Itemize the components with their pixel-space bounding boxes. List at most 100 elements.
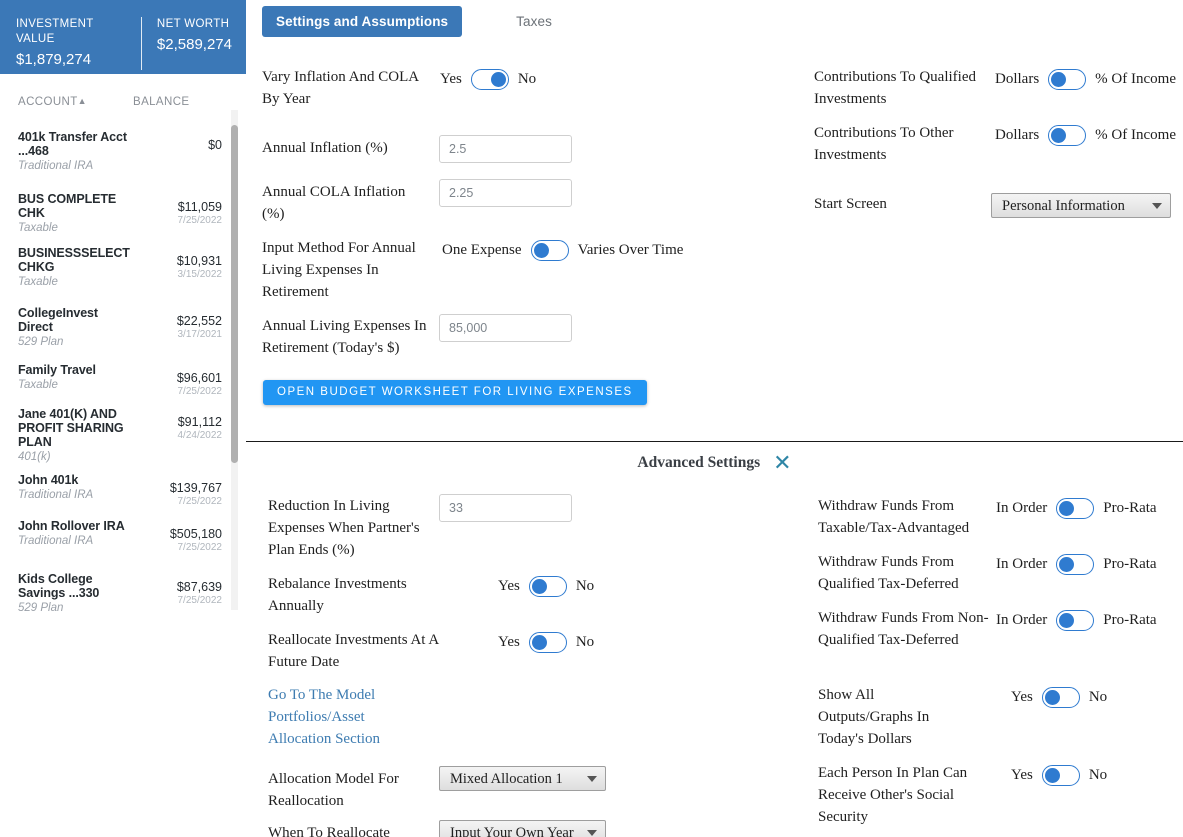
account-row-balance: $0 (208, 138, 222, 152)
annual-cola-input[interactable]: 2.25 (439, 179, 572, 207)
annual-inflation-input[interactable]: 2.5 (439, 135, 572, 163)
account-row-info: Jane 401(K) AND PROFIT SHARING PLAN 401(k… (18, 407, 136, 465)
toggle-other-social-security-left-label: Yes (1011, 767, 1033, 783)
toggle-reallocate-future-date-switch[interactable] (528, 632, 567, 653)
toggle-contrib-qualified-switch[interactable] (1048, 69, 1087, 90)
model-portfolios-link[interactable]: Go To The Model Portfolios/Asset Allocat… (268, 684, 398, 750)
field-contrib-qualified-label: Contributions To Qualified Investments (814, 69, 976, 107)
account-row[interactable]: BUSINESSSELECT CHKG Taxable $10,931 3/15/20… (0, 246, 246, 298)
toggle-todays-dollars[interactable]: Yes No (1011, 687, 1107, 708)
start-screen-dropdown[interactable]: Personal Information (991, 193, 1171, 218)
column-header-balance[interactable]: BALANCE (133, 96, 190, 108)
account-row[interactable]: John 401k Traditional IRA $139,767 7/25/202… (0, 473, 246, 525)
account-type: Traditional IRA (18, 489, 94, 501)
toggle-todays-dollars-switch[interactable] (1041, 687, 1080, 708)
account-table-headers: ACCOUNT▲ BALANCE (0, 74, 246, 114)
toggle-vary-inflation[interactable]: Yes No (440, 69, 536, 90)
toggle-knob (531, 578, 547, 594)
toggle-withdraw-nonqualified[interactable]: In Order Pro-Rata (996, 610, 1157, 631)
toggle-withdraw-taxable-right-label: Pro-Rata (1103, 500, 1157, 516)
account-balance: $87,639 (176, 580, 222, 594)
allocation-model-dropdown[interactable]: Mixed Allocation 1 (439, 766, 606, 791)
account-row[interactable]: 401k Transfer Acct ...468 Traditional IRA… (0, 130, 246, 182)
reduction-living-expenses-input[interactable]: 33 (439, 494, 572, 522)
main-panel: Settings and Assumptions Taxes Vary Infl… (246, 0, 1183, 837)
toggle-contrib-other-switch[interactable] (1048, 125, 1087, 146)
annual-living-expenses-input[interactable]: 85,000 (439, 314, 572, 342)
toggle-rebalance-annually[interactable]: Yes No (498, 576, 594, 597)
tab-settings-and-assumptions[interactable]: Settings and Assumptions (262, 6, 463, 37)
toggle-knob (1044, 689, 1060, 705)
account-row-info: BUS COMPLETE CHK Taxable (18, 192, 136, 236)
field-withdraw-taxable-label: Withdraw Funds From Taxable/Tax-Advantag… (818, 498, 970, 536)
account-row-balance: $91,112 4/24/2022 (178, 415, 223, 442)
account-name: John 401k (18, 473, 79, 487)
toggle-rebalance-annually-switch[interactable] (528, 576, 567, 597)
toggle-knob (490, 71, 506, 87)
kpi-investment-value: INVESTMENT VALUE $1,879,274 (0, 17, 142, 70)
account-date: 7/25/2022 (177, 215, 223, 226)
toggle-other-social-security[interactable]: Yes No (1011, 765, 1107, 786)
toggle-withdraw-qualified-switch[interactable] (1056, 554, 1095, 575)
account-date: 3/15/2022 (177, 269, 223, 280)
toggle-knob (531, 634, 547, 650)
account-row-info: Family Travel Taxable (18, 363, 136, 393)
toggle-other-social-security-right-label: No (1088, 767, 1108, 783)
account-row[interactable]: BUS COMPLETE CHK Taxable $11,059 7/25/2022 (0, 192, 246, 244)
toggle-input-method-switch[interactable] (530, 240, 569, 261)
toggle-contrib-qualified-left-label: Dollars (995, 71, 1040, 87)
toggle-input-method[interactable]: One Expense Varies Over Time (442, 240, 683, 261)
open-budget-worksheet-button[interactable]: OPEN BUDGET WORKSHEET FOR LIVING EXPENSE… (263, 380, 647, 405)
account-balance: $96,601 (176, 371, 222, 385)
account-row[interactable]: Kids College Savings ...330 529 Plan $87,6… (0, 572, 246, 624)
start-screen-dropdown-value: Personal Information (1002, 198, 1125, 214)
sort-ascending-icon: ▲ (77, 96, 87, 106)
account-balance: $10,931 (176, 254, 222, 268)
toggle-knob (1059, 500, 1075, 516)
toggle-withdraw-taxable-switch[interactable] (1056, 498, 1095, 519)
account-name: Kids College Savings ...330 (18, 572, 100, 600)
kpi-net-worth: NET WORTH $2,589,274 (142, 17, 246, 55)
toggle-contrib-other[interactable]: Dollars % Of Income (995, 125, 1176, 146)
close-icon[interactable]: ✕ (773, 452, 791, 474)
account-row[interactable]: CollegeInvest Direct 529 Plan $22,552 3/17/… (0, 306, 246, 358)
account-balance: $91,112 (177, 415, 222, 429)
when-to-reallocate-dropdown[interactable]: Input Your Own Year (439, 820, 606, 837)
toggle-todays-dollars-left-label: Yes (1011, 689, 1033, 705)
app-root: INVESTMENT VALUE $1,879,274 NET WORTH $2… (0, 0, 1183, 837)
account-row[interactable]: John Rollover IRA Traditional IRA $505,180… (0, 519, 246, 571)
toggle-rebalance-annually-left-label: Yes (498, 578, 520, 594)
toggle-reallocate-future-date-right-label: No (575, 634, 595, 650)
toggle-withdraw-qualified[interactable]: In Order Pro-Rata (996, 554, 1157, 575)
account-name: 401k Transfer Acct ...468 (18, 130, 127, 158)
account-date: 3/17/2021 (177, 329, 223, 340)
account-row[interactable]: Jane 401(K) AND PROFIT SHARING PLAN 401(k… (0, 407, 246, 465)
account-type: Taxable (18, 222, 58, 234)
field-start-screen-label: Start Screen (814, 196, 887, 212)
toggle-vary-inflation-right-label: No (517, 71, 537, 87)
toggle-other-social-security-switch[interactable] (1041, 765, 1080, 786)
field-rebalance-annually-label: Rebalance Investments Annually (268, 576, 407, 614)
field-other-social-security-label: Each Person In Plan Can Receive Other's … (818, 765, 968, 825)
toggle-reallocate-future-date[interactable]: Yes No (498, 632, 594, 653)
toggle-contrib-qualified[interactable]: Dollars % Of Income (995, 69, 1176, 90)
account-name: CollegeInvest Direct (18, 306, 98, 334)
tab-bar: Settings and Assumptions Taxes (262, 6, 566, 37)
toggle-withdraw-qualified-right-label: Pro-Rata (1103, 556, 1157, 572)
account-balance: $11,059 (177, 200, 222, 214)
sidebar-summary-header: INVESTMENT VALUE $1,879,274 NET WORTH $2… (0, 0, 246, 74)
account-list-scrollbar-thumb[interactable] (231, 125, 238, 463)
toggle-knob (1059, 556, 1075, 572)
toggle-vary-inflation-left-label: Yes (440, 71, 462, 87)
kpi-investment-value-label: INVESTMENT VALUE (16, 18, 94, 45)
field-reduction-living-expenses-label: Reduction In Living Expenses When Partne… (268, 498, 420, 558)
column-header-account[interactable]: ACCOUNT▲ (18, 96, 87, 108)
toggle-withdraw-taxable-left-label: In Order (996, 500, 1048, 516)
account-row-info: Kids College Savings ...330 529 Plan (18, 572, 136, 616)
toggle-withdraw-taxable[interactable]: In Order Pro-Rata (996, 498, 1157, 519)
tab-taxes[interactable]: Taxes (502, 6, 566, 37)
column-header-account-label: ACCOUNT (18, 96, 78, 108)
toggle-vary-inflation-switch[interactable] (470, 69, 509, 90)
toggle-withdraw-nonqualified-switch[interactable] (1056, 610, 1095, 631)
kpi-net-worth-label: NET WORTH (156, 18, 230, 30)
